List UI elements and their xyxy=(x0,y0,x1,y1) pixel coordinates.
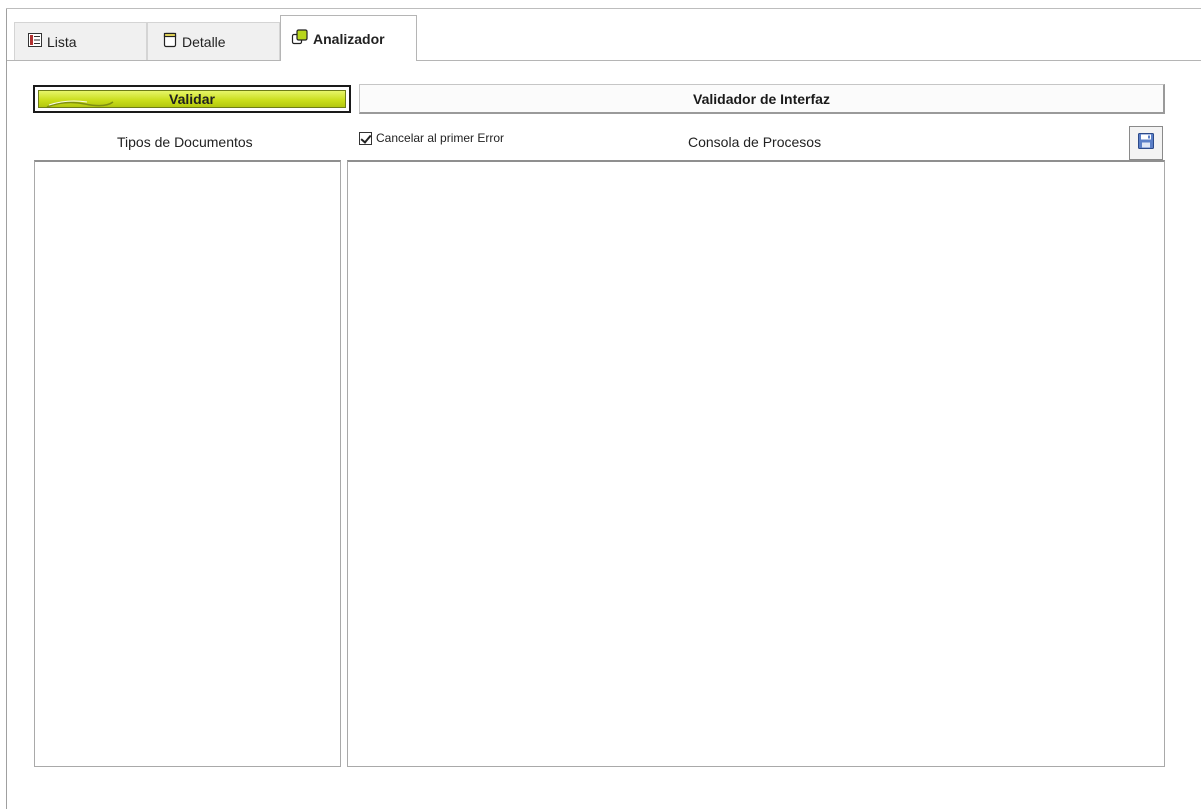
window-frame-top xyxy=(6,8,1201,9)
consola-procesos-label: Consola de Procesos xyxy=(688,134,822,150)
save-button[interactable] xyxy=(1129,126,1163,160)
tipos-documentos-label: Tipos de Documentos xyxy=(117,134,253,150)
cancelar-primer-error-option[interactable]: Cancelar al primer Error xyxy=(359,131,504,145)
tab-detalle-label: Detalle xyxy=(182,33,226,50)
validador-interfaz-title: Validador de Interfaz xyxy=(693,90,830,107)
list-icon xyxy=(27,32,43,51)
cancelar-primer-error-checkbox[interactable] xyxy=(359,131,372,145)
sparkle-icon xyxy=(45,96,115,107)
tab-strip-divider xyxy=(7,60,1201,61)
consola-procesos-output[interactable] xyxy=(347,160,1165,767)
validar-button-face: Validar xyxy=(38,90,346,108)
validar-button-label: Validar xyxy=(169,91,215,107)
validar-button[interactable]: Validar xyxy=(33,85,351,113)
window-frame-left xyxy=(6,8,7,809)
cancelar-primer-error-label: Cancelar al primer Error xyxy=(376,131,505,145)
tipos-documentos-list[interactable] xyxy=(34,160,341,767)
tab-analizador-label: Analizador xyxy=(313,30,385,47)
tab-detalle[interactable]: Detalle xyxy=(147,22,280,60)
analyzer-icon xyxy=(291,28,309,49)
form-icon xyxy=(162,32,178,51)
validador-interfaz-header[interactable]: Validador de Interfaz xyxy=(359,84,1165,114)
tab-lista[interactable]: Lista xyxy=(14,22,147,60)
save-icon xyxy=(1137,132,1155,155)
tab-lista-label: Lista xyxy=(47,33,77,50)
tab-analizador[interactable]: Analizador xyxy=(280,15,417,61)
